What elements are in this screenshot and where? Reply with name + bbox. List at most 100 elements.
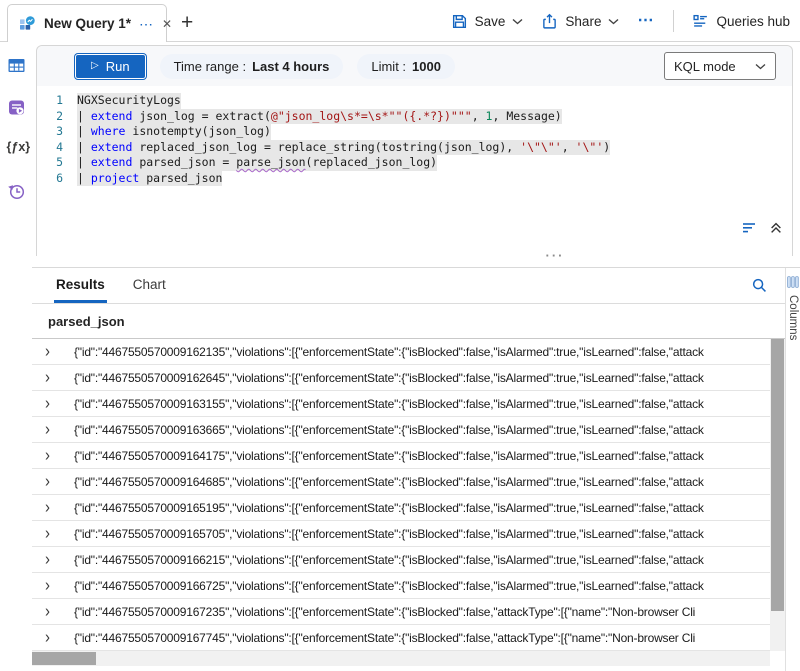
row-json-text: {"id":"4467550570009167745","violations"… (74, 631, 770, 645)
row-json-text: {"id":"4467550570009166215","violations"… (74, 553, 770, 567)
share-icon (541, 13, 558, 30)
time-range-label: Time range : (174, 59, 247, 74)
tab-close-icon[interactable]: ✕ (162, 18, 172, 30)
results-grid: parsed_json › {"id":"4467550570009162135"… (32, 304, 785, 671)
table-row[interactable]: › {"id":"4467550570009164175","violations… (32, 443, 770, 469)
line-number: 4 (37, 140, 63, 156)
query-history-icon[interactable] (7, 182, 26, 201)
row-json-text: {"id":"4467550570009164175","violations"… (74, 449, 770, 463)
left-icon-rail: {ƒx} (0, 43, 32, 671)
expand-row-icon[interactable]: › (45, 369, 63, 386)
more-icon: ⋯ (637, 13, 655, 29)
expand-row-icon[interactable]: › (45, 473, 63, 490)
results-pane: Results Chart parsed_json ›{"id":"446755… (32, 267, 800, 671)
expand-row-icon[interactable]: › (45, 577, 63, 594)
vertical-scrollbar[interactable] (770, 339, 785, 651)
time-range-picker[interactable]: Time range : Last 4 hours (160, 54, 344, 79)
run-label: Run (106, 59, 130, 74)
save-button[interactable]: Save (451, 13, 524, 30)
table-row[interactable]: › {"id":"4467550570009167745","violations… (32, 625, 770, 651)
column-header[interactable]: parsed_json (32, 304, 785, 339)
top-actions: Save Share ⋯ (451, 10, 800, 32)
code-lines: 1NGXSecurityLogs2| extend json_log = ext… (37, 93, 792, 186)
save-icon (451, 13, 468, 30)
query-tab[interactable]: New Query 1* ⋯ ✕ (7, 4, 167, 42)
code-line: 2| extend json_log = extract(@"json_log\… (37, 109, 792, 125)
tab-more-icon[interactable]: ⋯ (139, 17, 154, 31)
limit-picker[interactable]: Limit : 1000 (357, 54, 455, 79)
expand-row-icon[interactable]: › (45, 603, 63, 620)
horizontal-scrollbar-thumb[interactable] (32, 652, 96, 665)
query-mode-select[interactable]: KQL mode (664, 52, 776, 80)
row-json-text: {"id":"4467550570009165195","violations"… (74, 501, 770, 515)
queries-hub-icon (692, 13, 709, 30)
expand-row-icon[interactable]: › (45, 421, 63, 438)
queries-hub-label: Queries hub (716, 14, 790, 29)
table-row[interactable]: ›{"id":"4467550570009163665","violations… (32, 417, 770, 443)
table-row[interactable]: › {"id":"4467550570009162135","violations… (32, 339, 770, 365)
table-row[interactable]: › {"id":"4467550570009166215","violations… (32, 547, 770, 573)
table-row[interactable]: › {"id":"4467550570009165705","violations… (32, 521, 770, 547)
tab-chart[interactable]: Chart (131, 268, 168, 303)
play-icon: ▷ (91, 61, 99, 71)
share-button[interactable]: Share (541, 13, 619, 30)
time-range-value: Last 4 hours (252, 59, 329, 74)
line-number: 1 (37, 93, 63, 109)
table-row[interactable]: ›{"id":"4467550570009164685","violations… (32, 469, 770, 495)
columns-panel-toggle[interactable]: Columns (785, 268, 800, 671)
code-line: 6 | project parsed_json (37, 171, 792, 187)
code-text: | where isnotempty(json_log) (77, 124, 271, 140)
tab-results[interactable]: Results (54, 268, 107, 303)
editor-footer (741, 220, 783, 236)
format-query-icon[interactable] (741, 220, 757, 236)
vertical-scrollbar-thumb[interactable] (771, 339, 784, 611)
run-button[interactable]: ▷ Run (75, 54, 146, 79)
expand-row-icon[interactable]: › (45, 395, 63, 412)
line-number: 6 (37, 171, 63, 187)
expand-row-icon[interactable]: › (45, 551, 63, 568)
save-label: Save (475, 14, 506, 29)
expand-row-icon[interactable]: › (45, 447, 63, 464)
table-row[interactable]: › {"id":"4467550570009163155","violations… (32, 391, 770, 417)
row-json-text: {"id":"4467550570009162645","violations"… (74, 371, 770, 385)
code-line: 3| where isnotempty(json_log) (37, 124, 792, 140)
horizontal-scrollbar[interactable] (32, 651, 770, 666)
functions-icon[interactable]: {ƒx} (7, 140, 26, 159)
expand-row-icon[interactable]: › (45, 343, 63, 360)
code-line: 5| extend parsed_json = parse_json(repla… (37, 155, 792, 171)
tab-strip: New Query 1* ⋯ ✕ + Save (0, 0, 800, 42)
kusto-query-icon (18, 15, 36, 33)
code-line: 1NGXSecurityLogs (37, 93, 792, 109)
table-row[interactable]: › {"id":"4467550570009162645","violations… (32, 365, 770, 391)
expand-row-icon[interactable]: › (45, 499, 63, 516)
saved-scripts-icon[interactable] (7, 98, 26, 117)
expand-row-icon[interactable]: › (45, 525, 63, 542)
columns-panel-label: Columns (787, 295, 799, 340)
table-explorer-icon[interactable] (7, 56, 26, 75)
chevron-down-icon (755, 63, 766, 70)
more-actions-button[interactable]: ⋯ (637, 13, 655, 29)
row-json-text: {"id":"4467550570009166725","violations"… (74, 579, 770, 593)
query-editor[interactable]: 1NGXSecurityLogs2| extend json_log = ext… (37, 86, 792, 239)
query-mode-value: KQL mode (674, 59, 736, 74)
limit-value: 1000 (412, 59, 441, 74)
collapse-editor-icon[interactable] (769, 221, 783, 235)
table-row[interactable]: › {"id":"4467550570009166725","violations… (32, 573, 770, 599)
code-text: | extend parsed_json = parse_json(replac… (77, 155, 437, 171)
queries-hub-button[interactable]: Queries hub (692, 13, 790, 30)
code-text: | extend replaced_json_log = replace_str… (77, 140, 610, 156)
query-pane: ▷ Run Time range : Last 4 hours Limit : … (36, 45, 793, 256)
search-icon[interactable] (751, 277, 768, 294)
splitter-handle[interactable]: ··· (540, 249, 570, 262)
share-label: Share (565, 14, 601, 29)
line-number: 2 (37, 109, 63, 125)
results-tab-bar: Results Chart (32, 268, 800, 304)
row-json-text: {"id":"4467550570009165705","violations"… (74, 527, 770, 541)
table-row[interactable]: › {"id":"4467550570009165195","violations… (32, 495, 770, 521)
row-json-text: {"id":"4467550570009163155","violations"… (74, 397, 770, 411)
expand-row-icon[interactable]: › (45, 629, 63, 646)
code-text: | project parsed_json (77, 171, 222, 187)
table-row[interactable]: ›{"id":"4467550570009167235","violations… (32, 599, 770, 625)
new-tab-button[interactable]: + (181, 12, 193, 33)
row-json-text: {"id":"4467550570009162135","violations"… (74, 345, 770, 359)
